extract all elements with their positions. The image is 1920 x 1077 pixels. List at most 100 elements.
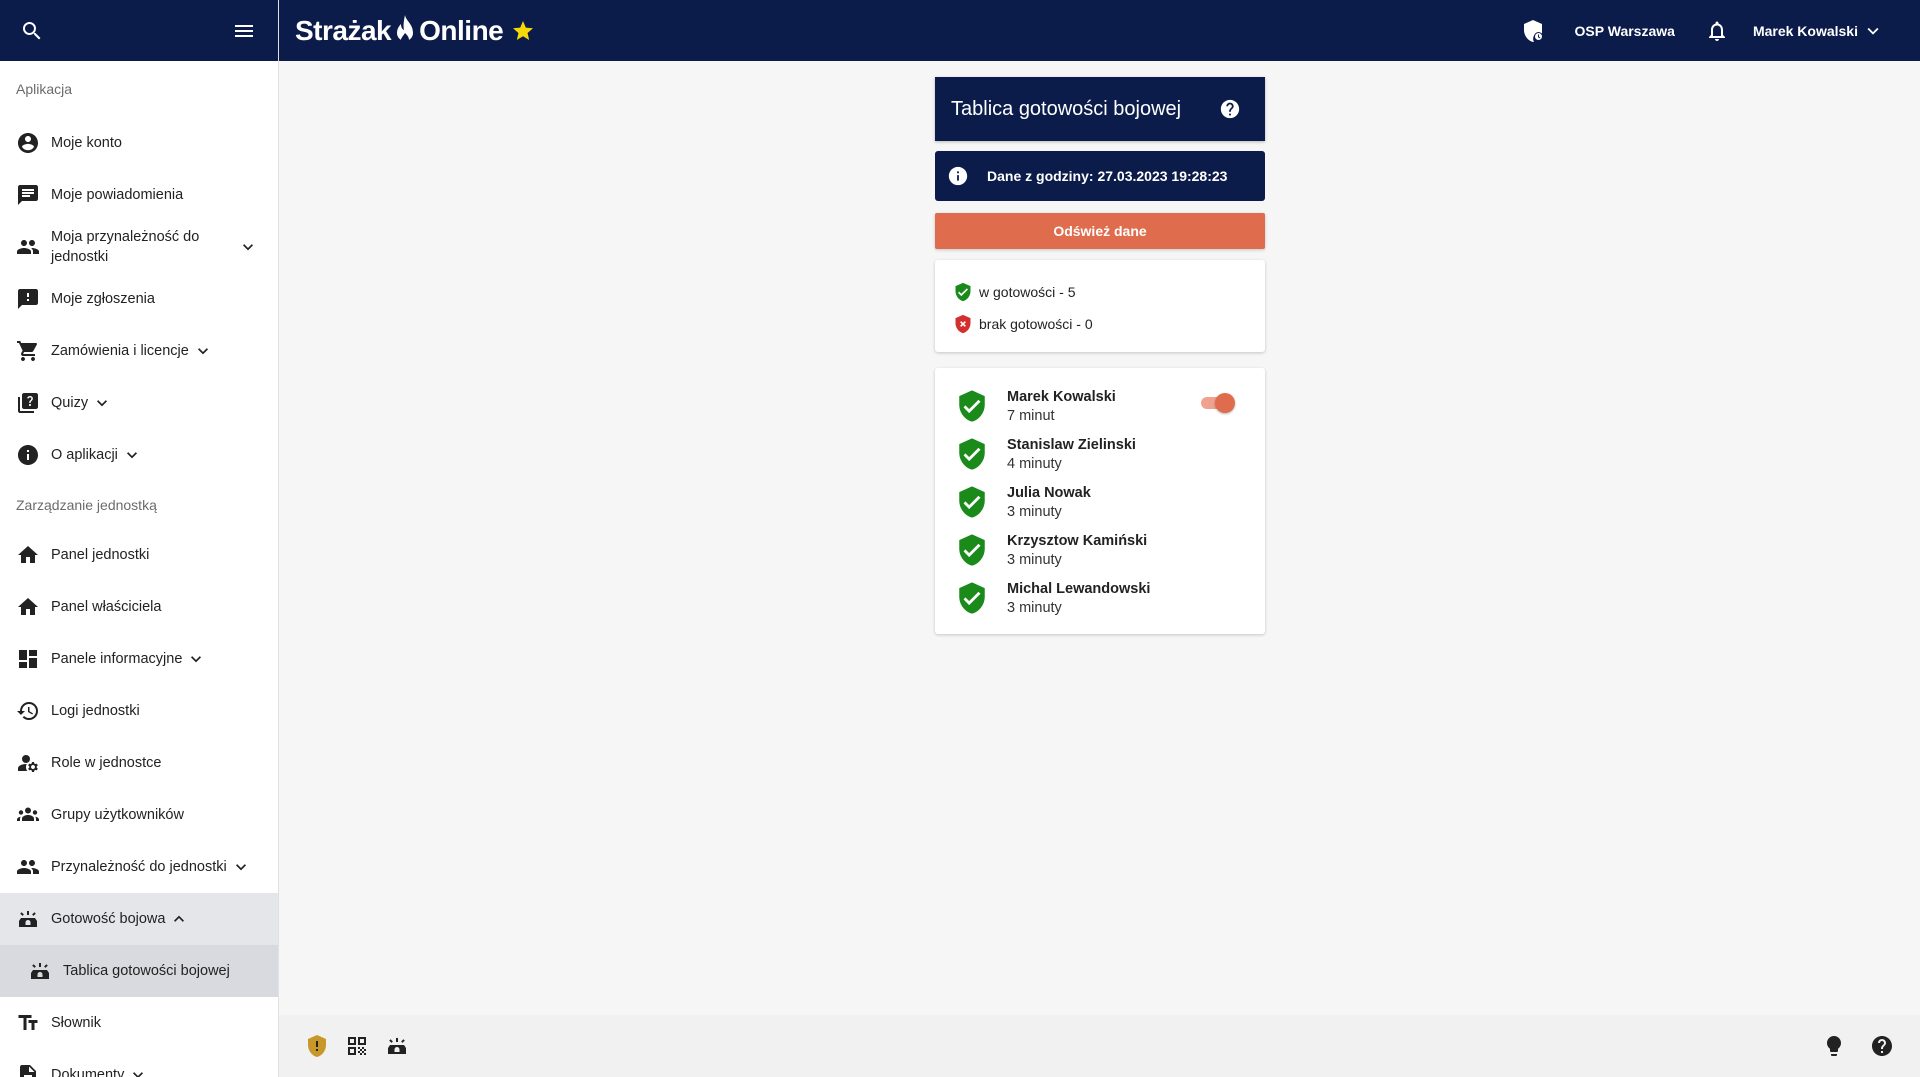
sidebar-item-documents[interactable]: Dokumenty [0, 1049, 278, 1077]
sidebar-item-label: Panel jednostki [51, 547, 150, 563]
sidebar-item-label: Moja przynależność do jednostki [51, 229, 200, 265]
sidebar-item-my-membership[interactable]: Moja przynależność do jednostki [0, 221, 278, 273]
dashboard-icon [16, 647, 40, 671]
sidebar-item-owner-panel[interactable]: Panel właściciela [0, 581, 278, 633]
sidebar-item-about[interactable]: O aplikacji [0, 429, 278, 481]
toggle-knob [1215, 393, 1235, 413]
sidebar-item-my-reports[interactable]: Moje zgłoszenia [0, 273, 278, 325]
section-title-unit-management: Zarządzanie jednostką [16, 497, 157, 513]
data-timestamp: Dane z godziny: 27.03.2023 19:28:23 [987, 168, 1228, 184]
list-item: Michal Lewandowski 3 minuty [955, 574, 1245, 622]
siren-icon[interactable] [385, 1034, 409, 1058]
sidebar-item-my-account[interactable]: Moje konto [0, 117, 278, 169]
info-icon [948, 166, 968, 186]
section-title-app: Aplikacja [16, 81, 73, 97]
sidebar-item-orders-licenses[interactable]: Zamówienia i licencje [0, 325, 278, 377]
person-time: 7 minut [1007, 407, 1055, 424]
document-icon [16, 1063, 40, 1077]
summary-not-ready: brak gotowości - 0 [953, 308, 1247, 340]
refresh-button[interactable]: Odśwież dane [935, 213, 1265, 249]
help-icon[interactable] [1219, 98, 1241, 120]
menu-icon[interactable] [230, 17, 258, 45]
sidebar-header [0, 0, 278, 61]
bell-icon[interactable] [1705, 19, 1729, 43]
sidebar-item-label: Dokumenty [51, 1067, 125, 1077]
shield-alert-icon[interactable] [305, 1034, 329, 1058]
sidebar-item-unit-membership[interactable]: Przynależność do jednostki [0, 841, 278, 893]
chevron-up-icon [169, 909, 189, 929]
sidebar-item-dictionary[interactable]: Słownik [0, 997, 278, 1049]
page-title: Tablica gotowości bojowej [951, 97, 1182, 120]
top-bar: Strażak Online OSP Warszawa Marek Kowals… [279, 0, 1920, 61]
account-circle-icon [16, 131, 40, 155]
sidebar-item-label: Logi jednostki [51, 703, 140, 719]
list-item: Krzysztow Kamiński 3 minuty [955, 526, 1245, 574]
info-icon [16, 443, 40, 467]
person-name: Marek Kowalski [1007, 388, 1116, 405]
top-right-actions: OSP Warszawa Marek Kowalski [1521, 19, 1904, 43]
siren-icon [16, 907, 40, 931]
person-time: 3 minuty [1007, 551, 1062, 568]
readiness-toggle[interactable] [1199, 393, 1235, 413]
user-menu[interactable]: Marek Kowalski [1753, 20, 1884, 42]
sidebar-item-label: Panel właściciela [51, 599, 162, 615]
sidebar-item-my-notifications[interactable]: Moje powiadomienia [0, 169, 278, 221]
person-time: 4 minuty [1007, 455, 1062, 472]
cart-icon [16, 339, 40, 363]
summary-not-ready-text: brak gotowości - 0 [979, 316, 1093, 332]
sidebar-item-label: Moje konto [51, 135, 122, 151]
chat-icon [16, 183, 40, 207]
sidebar-item-info-panels[interactable]: Panele informacyjne [0, 633, 278, 685]
sidebar-item-readiness-board[interactable]: Tablica gotowości bojowej [0, 945, 278, 997]
readiness-list: Marek Kowalski 7 minut Stanislaw Zielins… [935, 368, 1265, 634]
bottom-toolbar [279, 1015, 1920, 1077]
chevron-down-icon [128, 1065, 148, 1077]
sidebar-item-unit-panel[interactable]: Panel jednostki [0, 529, 278, 581]
sidebar-item-label: Panele informacyjne [51, 651, 183, 667]
unit-name[interactable]: OSP Warszawa [1575, 23, 1675, 39]
shield-check-icon [959, 438, 985, 470]
lightbulb-icon[interactable] [1822, 1034, 1846, 1058]
search-icon[interactable] [18, 17, 46, 45]
sidebar-item-label: Przynależność do jednostki [51, 859, 227, 875]
shield-clock-icon[interactable] [1521, 19, 1545, 43]
chevron-down-icon [186, 649, 206, 669]
help-icon[interactable] [1870, 1034, 1894, 1058]
person-gear-icon [16, 751, 40, 775]
person-info: Marek Kowalski 7 minut [1007, 389, 1116, 424]
sidebar-item-label: Quizy [51, 395, 89, 411]
person-info: Krzysztow Kamiński 3 minuty [1007, 533, 1147, 568]
shield-check-icon [959, 582, 985, 614]
sidebar: Aplikacja Moje konto Moje powiadomienia … [0, 0, 279, 1077]
quiz-icon [16, 391, 40, 415]
sidebar-item-label: Słownik [51, 1015, 101, 1031]
sidebar-item-label: O aplikacji [51, 447, 118, 463]
footer-right-actions [1798, 1034, 1894, 1058]
sidebar-item-user-groups[interactable]: Grupy użytkowników [0, 789, 278, 841]
person-name: Michal Lewandowski [1007, 580, 1151, 597]
sidebar-item-unit-roles[interactable]: Role w jednostce [0, 737, 278, 789]
sidebar-item-unit-logs[interactable]: Logi jednostki [0, 685, 278, 737]
user-name: Marek Kowalski [1752, 22, 1858, 39]
list-item: Julia Nowak 3 minuty [955, 478, 1245, 526]
person-info: Stanislaw Zielinski 4 minuty [1007, 437, 1136, 472]
qr-code-icon[interactable] [345, 1034, 369, 1058]
person-name: Krzysztow Kamiński [1007, 532, 1148, 549]
person-time: 3 minuty [1007, 599, 1062, 616]
text-fields-icon [16, 1011, 40, 1035]
app-logo[interactable]: Strażak Online [295, 13, 535, 49]
chevron-down-icon [122, 445, 142, 465]
sidebar-item-quizzes[interactable]: Quizy [0, 377, 278, 429]
readiness-summary: w gotowości - 5 brak gotowości - 0 [935, 260, 1265, 352]
chevron-down-icon [193, 341, 213, 361]
person-name: Julia Nowak [1007, 484, 1091, 501]
people-icon [16, 855, 40, 879]
chevron-down-icon [231, 857, 251, 877]
shield-check-icon [955, 282, 971, 302]
sidebar-item-combat-readiness[interactable]: Gotowość bojowa [0, 893, 278, 945]
sidebar-item-label: Moje zgłoszenia [51, 291, 155, 307]
shield-check-icon [959, 390, 985, 422]
chevron-down-icon [92, 393, 112, 413]
person-name: Stanislaw Zielinski [1007, 436, 1136, 453]
sidebar-item-label: Moje powiadomienia [51, 187, 184, 203]
